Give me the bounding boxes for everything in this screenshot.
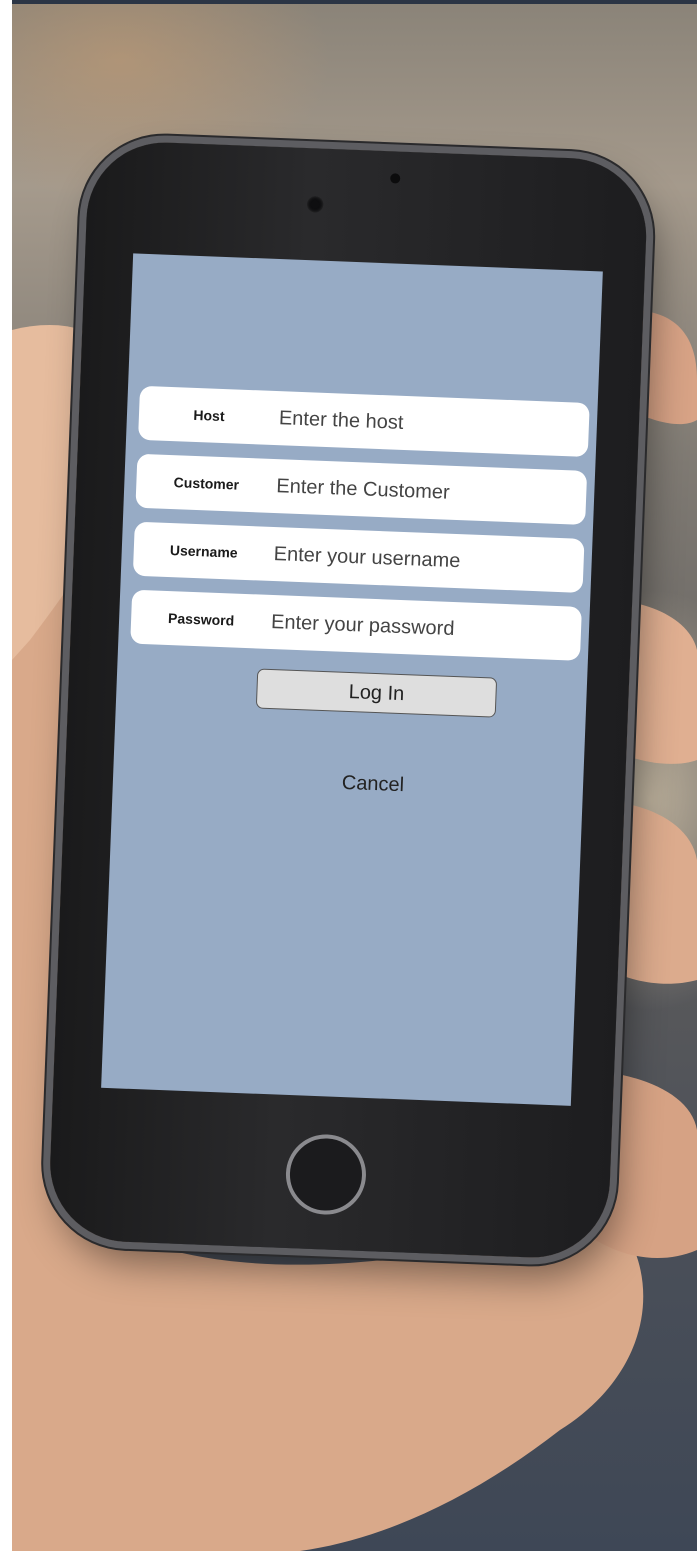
customer-label: Customer xyxy=(173,474,240,493)
host-input[interactable] xyxy=(278,406,570,441)
customer-field[interactable]: Customer xyxy=(135,453,588,525)
password-field[interactable]: Password xyxy=(130,589,582,661)
cancel-link[interactable]: Cancel xyxy=(303,770,444,798)
password-input[interactable] xyxy=(270,610,562,645)
host-label: Host xyxy=(193,406,225,425)
host-field[interactable]: Host xyxy=(138,385,590,458)
front-camera xyxy=(306,196,324,213)
phone-screen: Host Customer Username Password Log In C… xyxy=(101,253,603,1106)
username-input[interactable] xyxy=(273,542,564,577)
phone-body: Host Customer Username Password Log In C… xyxy=(47,139,650,1261)
username-label: Username xyxy=(169,542,238,561)
username-field[interactable]: Username xyxy=(132,521,585,593)
login-button[interactable]: Log In xyxy=(255,668,498,718)
customer-input[interactable] xyxy=(275,474,567,509)
sensor-dot xyxy=(390,173,401,184)
phone-device: Host Customer Username Password Log In C… xyxy=(47,139,650,1271)
password-label: Password xyxy=(167,610,235,629)
left-edge xyxy=(0,0,12,1551)
home-button[interactable] xyxy=(284,1132,368,1217)
